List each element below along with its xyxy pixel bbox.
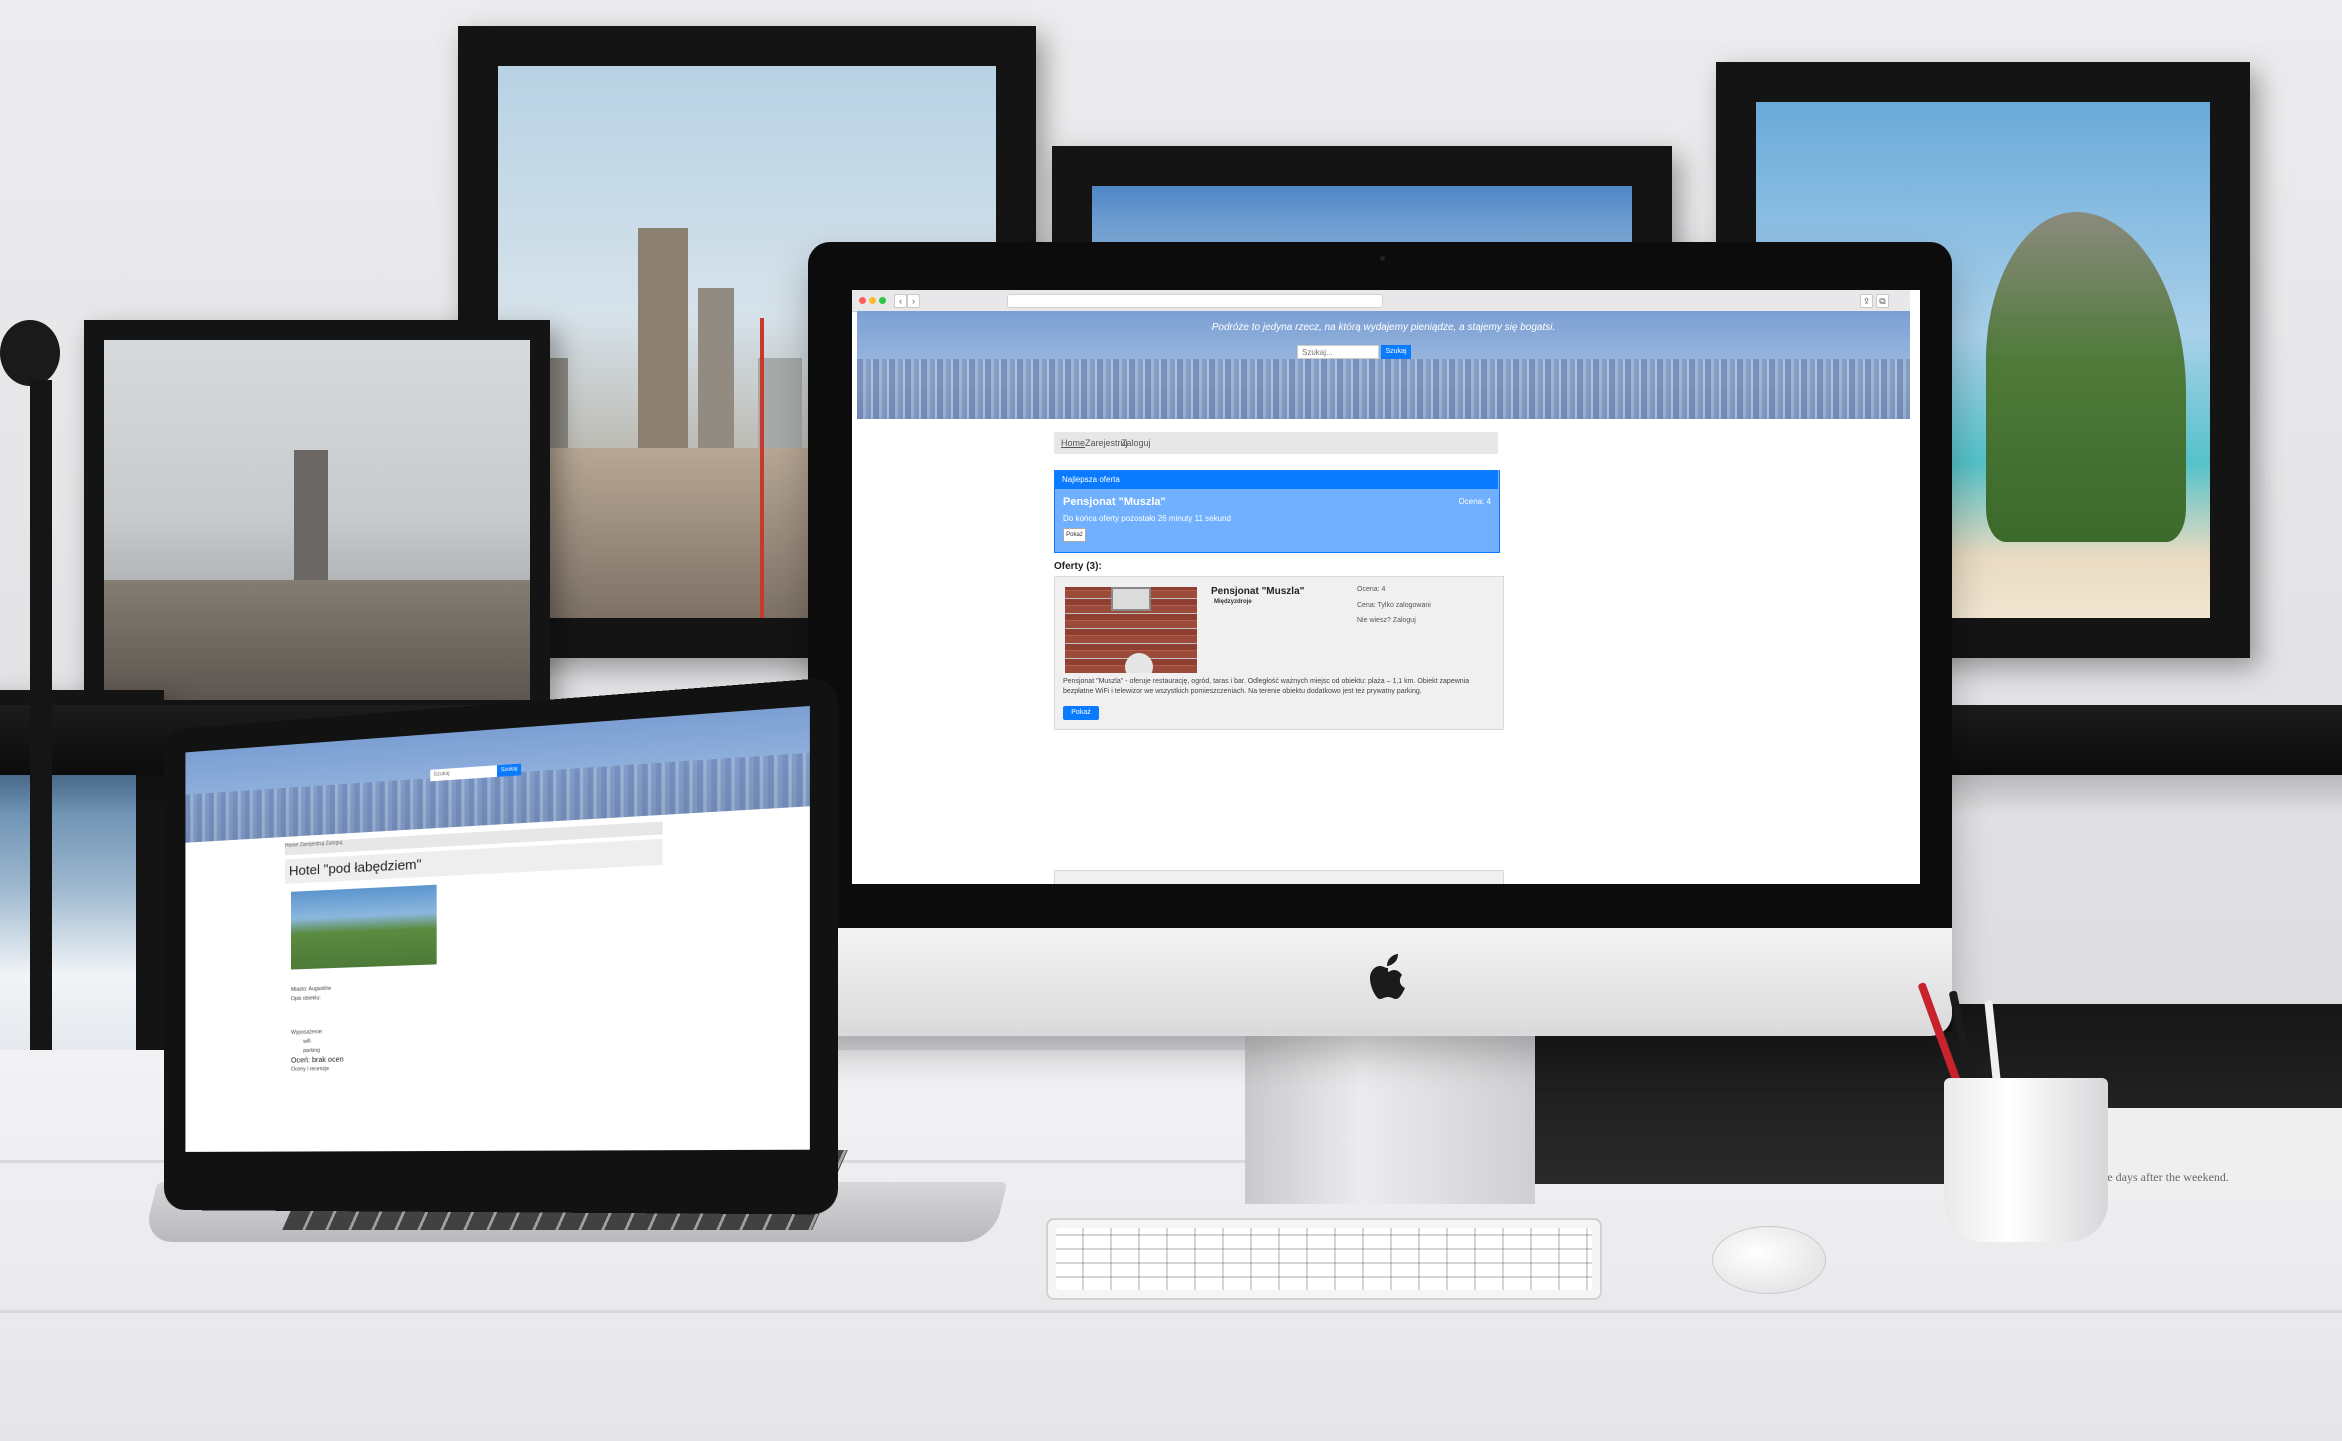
browser-toolbar: ‹ › ⇪ ⧉	[852, 290, 1910, 312]
maximize-window-icon[interactable]	[879, 297, 886, 304]
minimize-window-icon[interactable]	[869, 297, 876, 304]
address-bar[interactable]	[1007, 294, 1383, 308]
offer-show-button[interactable]: Pokaż	[1063, 706, 1099, 720]
keyboard-keys	[1056, 1228, 1592, 1290]
forward-arrow-icon[interactable]: ›	[907, 294, 920, 308]
desk-lamp-stem	[30, 380, 52, 1070]
apple-logo-icon	[1370, 954, 1405, 999]
pencil-cup	[1944, 1078, 2108, 1242]
offer-photo-ball	[1125, 653, 1153, 673]
scene: The days after the weekend. ‹ › ⇪ ⧉ Podr…	[0, 0, 2342, 1441]
macbook-search-button[interactable]: Szukaj	[497, 763, 522, 777]
featured-title: Pensjonat "Muszla"	[1063, 496, 1166, 508]
share-icon[interactable]: ⇪	[1860, 294, 1873, 308]
book-text: The days after the weekend.	[2094, 1170, 2229, 1184]
macbook-hotel-photo	[291, 884, 437, 970]
featured-header: Najlepsza oferta	[1054, 470, 1498, 489]
offer-rating: Ocena: 4	[1357, 586, 1386, 593]
featured-header-label: Najlepsza oferta	[1062, 475, 1120, 484]
offer-price: Cena: Tylko zalogowani	[1357, 602, 1431, 609]
nav-home-link[interactable]: Home	[1061, 438, 1085, 448]
offer-photo	[1065, 587, 1197, 673]
imac-camera	[1380, 256, 1385, 261]
hero-city-photo	[857, 359, 1910, 419]
offer-card: Pensjonat "Muszla" Międzyzdroje Ocena: 4…	[1054, 576, 1504, 730]
imac-stand	[1245, 1036, 1535, 1204]
macbook-screen: Szukaj Szukaj Home Zarejestruj Zaloguj H…	[185, 705, 810, 1152]
macbook-details: Miasto: Augustów Opis obiektu: Wyposażen…	[291, 974, 647, 1074]
close-window-icon[interactable]	[859, 297, 866, 304]
offer-location: Międzyzdroje	[1214, 599, 1252, 605]
macbook-lid: Szukaj Szukaj Home Zarejestruj Zaloguj H…	[164, 676, 838, 1215]
featured-countdown: Do końca oferty pozostało 26 minuty 11 s…	[1063, 514, 1231, 523]
search-input[interactable]: Szukaj...	[1297, 345, 1379, 359]
back-arrow-icon[interactable]: ‹	[894, 294, 907, 308]
macbook-hero: Szukaj Szukaj	[185, 705, 810, 843]
newyork-photo	[104, 340, 530, 700]
next-offer-card	[1054, 870, 1504, 884]
offer-title: Pensjonat "Muszla"	[1211, 586, 1305, 597]
skyline	[104, 580, 530, 700]
desk-lamp-arm	[0, 320, 60, 386]
hero-tagline: Podróże to jedyna rzecz, na którą wydaje…	[1211, 322, 1556, 333]
offer-login-note[interactable]: Nie wiesz? Zaloguj	[1357, 617, 1416, 624]
featured-show-button[interactable]: Pokaż	[1063, 528, 1086, 542]
featured-rating: Ocena: 4	[1458, 497, 1491, 506]
search-button[interactable]: Szukaj	[1381, 345, 1411, 359]
offer-photo-window	[1111, 587, 1151, 611]
crane	[760, 318, 764, 618]
magic-mouse	[1712, 1226, 1826, 1294]
hero-banner: Podróże to jedyna rzecz, na którą wydaje…	[857, 311, 1910, 419]
imac-screen: ‹ › ⇪ ⧉ Podróże to jedyna rzecz, na któr…	[852, 290, 1920, 884]
limestone-rock	[1986, 212, 2186, 542]
desk-plank-line	[0, 1310, 2342, 1313]
frame-newyork	[84, 320, 550, 720]
offers-heading: Oferty (3):	[1054, 561, 1102, 572]
nav-login-link[interactable]: Zaloguj	[1121, 438, 1151, 448]
offer-description: Pensjonat "Muszla" - oferuje restaurację…	[1063, 678, 1470, 695]
navbar: Home Zarejestruj Zaloguj	[1054, 432, 1498, 454]
wireless-keyboard	[1046, 1218, 1602, 1300]
tabs-icon[interactable]: ⧉	[1876, 294, 1889, 308]
